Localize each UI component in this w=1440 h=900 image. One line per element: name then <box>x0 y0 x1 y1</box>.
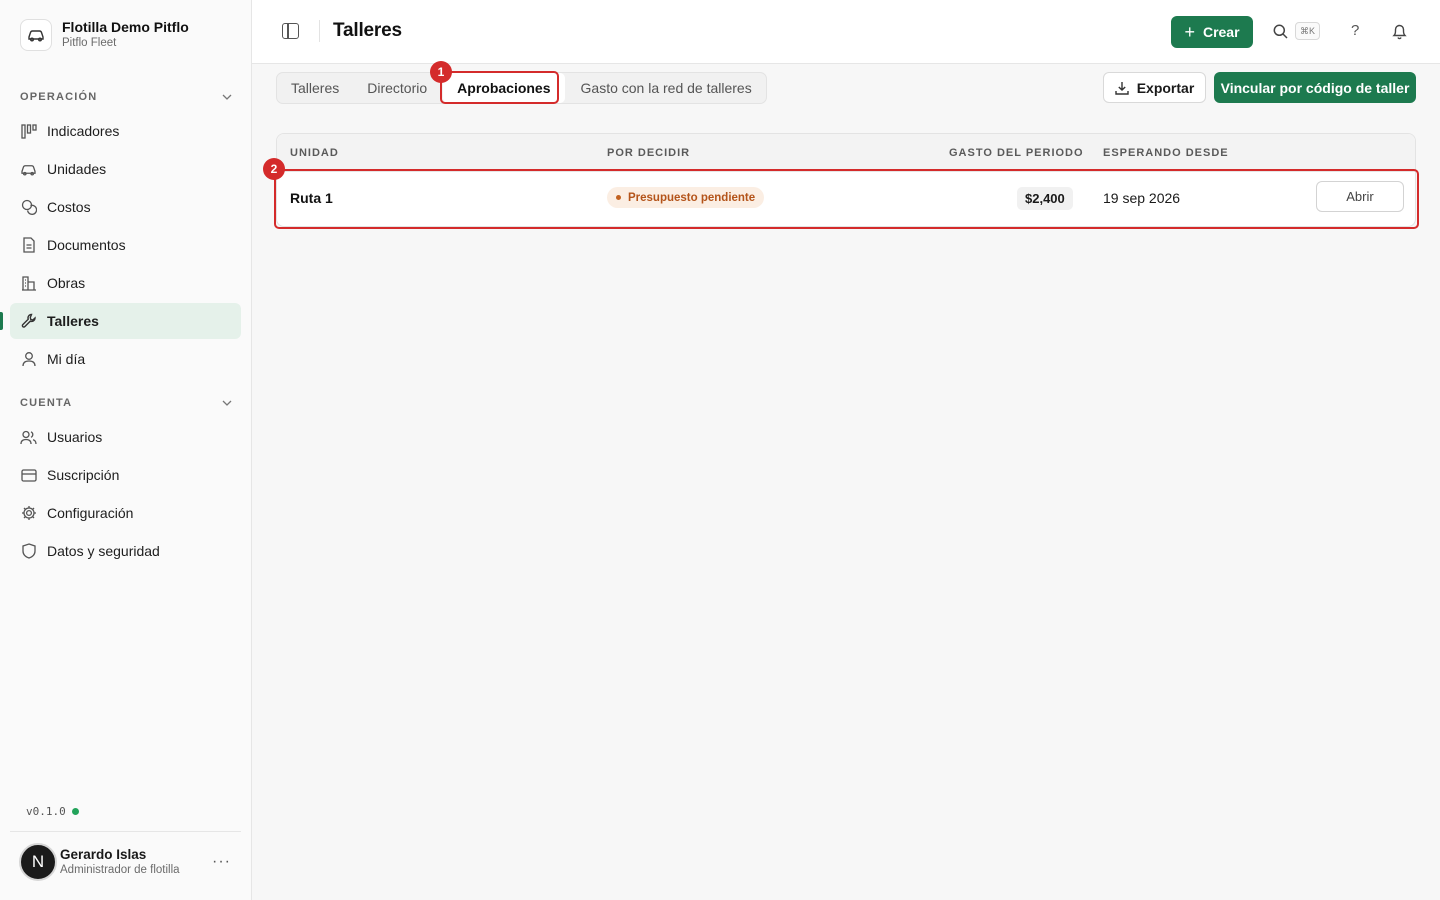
app-version: v0.1.0 <box>26 805 79 818</box>
create-button[interactable]: + Crear <box>1171 16 1253 48</box>
sidebar-item-obras[interactable]: Obras <box>10 265 241 301</box>
sidebar-item-configuracion[interactable]: Configuración <box>10 495 241 531</box>
approvals-table: UNIDAD POR DECIDIR GASTO DEL PERIODO ESP… <box>276 133 1416 227</box>
column-header: POR DECIDIR <box>607 147 691 159</box>
create-label: Crear <box>1202 24 1240 40</box>
top-bar: Talleres + Crear ⌘K ? <box>252 0 1440 64</box>
sidebar-item-label: Documentos <box>47 237 126 253</box>
workspace-subtitle: Pitflo Fleet <box>62 37 117 49</box>
users-icon <box>20 429 37 446</box>
sidebar-item-label: Talleres <box>47 313 99 329</box>
unit-name: Ruta 1 <box>290 190 333 206</box>
column-header: ESPERANDO DESDE <box>1103 147 1229 159</box>
sidebar-item-costos[interactable]: Costos <box>10 189 241 225</box>
sidebar-item-unidades[interactable]: Unidades <box>10 151 241 187</box>
open-button[interactable]: Abrir <box>1316 181 1404 212</box>
status-dot <box>71 808 79 815</box>
help-button[interactable]: ? <box>1351 22 1359 39</box>
tab-gasto-red[interactable]: Gasto con la red de talleres <box>567 73 766 103</box>
bell-icon[interactable] <box>1392 23 1407 40</box>
sidebar-item-label: Configuración <box>47 505 134 521</box>
chevron-down-icon <box>222 94 232 100</box>
sidebar-item-label: Mi día <box>47 351 86 367</box>
active-indicator <box>0 312 3 330</box>
tab-directorio[interactable]: Directorio <box>353 73 441 103</box>
sidebar-item-label: Unidades <box>47 161 107 177</box>
sidebar-item-mi-dia[interactable]: Mi día <box>10 341 241 377</box>
tab-bar: Talleres Directorio Aprobaciones Gasto c… <box>276 72 767 104</box>
status-badge: Presupuesto pendiente <box>607 187 765 208</box>
tab-aprobaciones[interactable]: Aprobaciones <box>443 73 565 103</box>
export-label: Exportar <box>1136 79 1195 96</box>
kanban-icon <box>20 123 37 140</box>
shortcut-hint: ⌘K <box>1295 22 1320 40</box>
document-icon <box>20 237 37 254</box>
sidebar-item-label: Datos y seguridad <box>47 543 160 559</box>
more-icon[interactable]: ··· <box>212 853 231 871</box>
section-operacion-toggle[interactable]: OPERACIÓN <box>20 91 232 103</box>
car-icon <box>20 161 37 178</box>
section-cuenta-toggle[interactable]: CUENTA <box>20 397 232 409</box>
section-title-cuenta: CUENTA <box>20 397 73 409</box>
sidebar-item-label: Indicadores <box>47 123 120 139</box>
sidebar-item-label: Obras <box>47 275 86 291</box>
step-marker: 2 <box>263 158 285 180</box>
table-header: UNIDAD POR DECIDIR GASTO DEL PERIODO ESP… <box>277 134 1415 172</box>
column-header: UNIDAD <box>290 147 339 159</box>
shield-icon <box>20 543 37 560</box>
export-button[interactable]: Exportar <box>1103 72 1206 103</box>
gear-icon <box>20 505 37 522</box>
status-dot <box>616 195 621 200</box>
period-spend: $2,400 <box>1017 187 1073 210</box>
workspace-switcher[interactable]: Flotilla Demo Pitflo Pitflo Fleet <box>20 18 189 51</box>
search-icon[interactable] <box>1273 24 1288 39</box>
user-role: Administrador de flotilla <box>60 864 180 876</box>
download-icon <box>1115 81 1129 95</box>
column-header: GASTO DEL PERIODO <box>949 147 1084 159</box>
wrench-icon <box>20 313 37 330</box>
building-icon <box>20 275 37 292</box>
user-menu[interactable]: N Gerardo Islas Administrador de flotill… <box>19 843 241 881</box>
user-name: Gerardo Islas <box>60 847 147 862</box>
link-by-code-button[interactable]: Vincular por código de taller <box>1214 72 1416 103</box>
avatar: N <box>19 843 57 881</box>
sidebar: Flotilla Demo Pitflo Pitflo Fleet OPERAC… <box>0 0 252 900</box>
sidebar-item-indicadores[interactable]: Indicadores <box>10 113 241 149</box>
section-title-operacion: OPERACIÓN <box>20 91 98 103</box>
table-row[interactable]: Ruta 1 Presupuesto pendiente $2,400 19 s… <box>277 172 1415 226</box>
sidebar-item-talleres[interactable]: Talleres <box>10 303 241 339</box>
sidebar-item-label: Costos <box>47 199 91 215</box>
sidebar-item-datos-seguridad[interactable]: Datos y seguridad <box>10 533 241 569</box>
page-title: Talleres <box>333 20 402 41</box>
sidebar-item-label: Usuarios <box>47 429 103 445</box>
waiting-since: 19 sep 2026 <box>1103 190 1181 206</box>
chevron-down-icon <box>222 400 232 406</box>
coins-icon <box>20 199 37 216</box>
credit-card-icon <box>20 467 37 484</box>
sidebar-item-usuarios[interactable]: Usuarios <box>10 419 241 455</box>
sidebar-item-suscripcion[interactable]: Suscripción <box>10 457 241 493</box>
divider <box>319 20 320 42</box>
car-icon <box>20 18 52 51</box>
step-marker: 1 <box>430 61 452 83</box>
user-icon <box>20 351 37 368</box>
sidebar-item-documentos[interactable]: Documentos <box>10 227 241 263</box>
sidebar-item-label: Suscripción <box>47 467 120 483</box>
version-text: v0.1.0 <box>26 805 66 818</box>
workspace-name: Flotilla Demo Pitflo <box>62 19 189 35</box>
status-text: Presupuesto pendiente <box>628 191 756 204</box>
plus-icon: + <box>1184 22 1195 42</box>
sidebar-toggle-icon[interactable] <box>282 23 299 39</box>
tab-talleres[interactable]: Talleres <box>277 73 353 103</box>
divider <box>10 831 241 832</box>
